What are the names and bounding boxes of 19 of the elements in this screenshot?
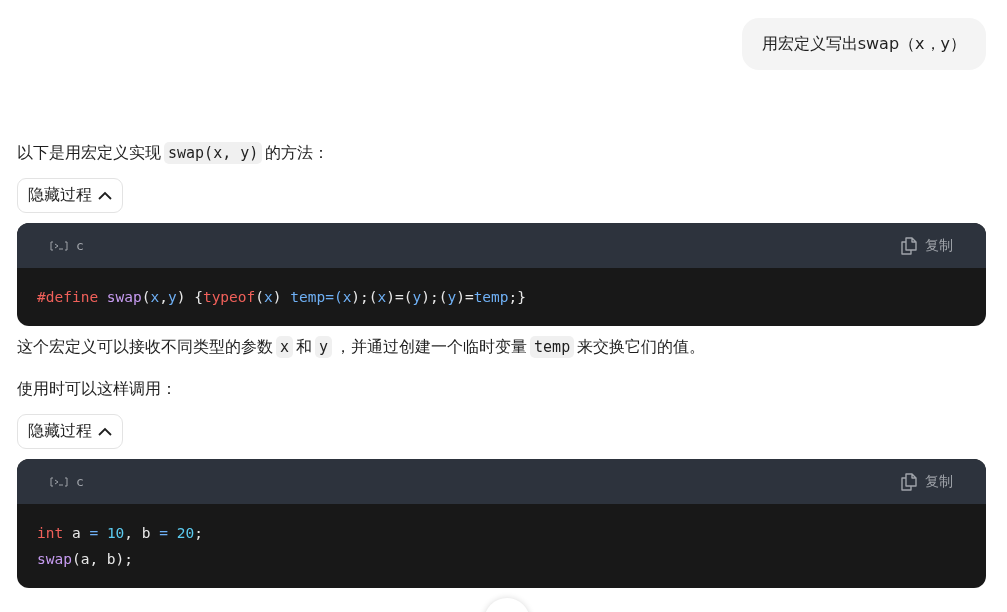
paragraph: 这个宏定义可以接收不同类型的参数 x 和 y ，并通过创建一个临时变量 temp 来交换它们的值。 [17,335,707,360]
terminal-icon [50,240,68,251]
paragraph: 使用时可以这样调用： [17,378,178,400]
user-message: 用宏定义写出swap（x，y） [741,18,986,70]
hide-steps-toggle[interactable]: 隐藏过程 [17,414,123,449]
paragraph: 以下是用宏定义实现 swap(x, y) 的方法： [17,141,331,166]
caret-icon [98,191,112,200]
code-line: int a = 10, b = 20; [37,524,204,543]
copy-icon [901,236,917,255]
copy-button[interactable]: 复制 [901,236,953,255]
hide-steps-toggle[interactable]: 隐藏过程 [17,178,123,213]
code-line: swap(a, b); [37,550,135,569]
language-label: c [76,474,84,489]
terminal-icon [50,476,68,487]
code-line: #define swap(x,y) {typeof(x) temp=(x);(x)=(y);(y)=temp;} [37,288,528,307]
copy-button[interactable]: 复制 [901,472,953,491]
caret-icon [98,427,112,436]
language-label: c [76,238,84,253]
copy-icon [901,472,917,491]
